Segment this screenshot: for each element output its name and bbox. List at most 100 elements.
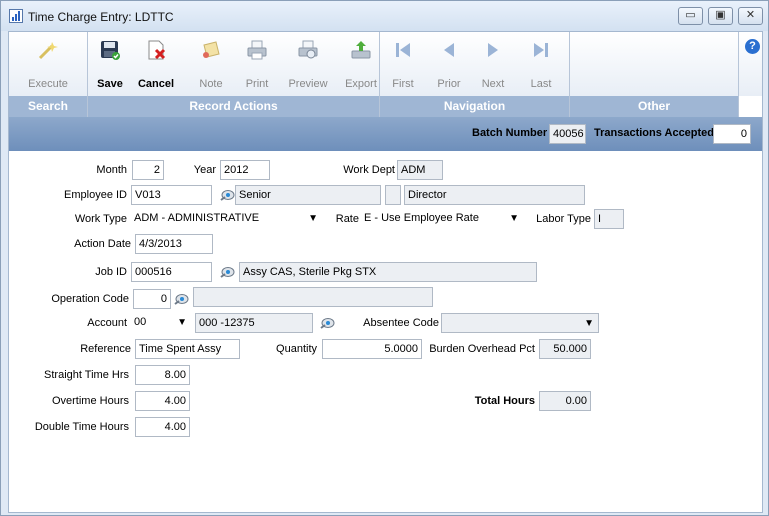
year-field[interactable]: 2012	[220, 160, 270, 180]
lookup-icon[interactable]	[219, 189, 235, 201]
total-hours-label: Total Hours	[474, 395, 535, 407]
next-icon	[488, 43, 498, 57]
chevron-down-icon: ▼	[177, 317, 187, 328]
operation-description-field	[193, 287, 433, 307]
straight-time-label: Straight Time Hrs	[44, 369, 129, 381]
job-id-label: Job ID	[95, 266, 127, 278]
double-time-field[interactable]: 4.00	[135, 417, 190, 437]
month-field[interactable]: 2	[132, 160, 164, 180]
burden-overhead-field: 50.000	[539, 339, 591, 359]
cancel-label: Cancel	[137, 78, 175, 90]
print-button[interactable]: Print	[237, 32, 277, 96]
next-button[interactable]: Next	[475, 32, 511, 96]
chevron-down-icon: ▼	[509, 213, 519, 224]
lookup-icon[interactable]	[173, 293, 189, 305]
save-label: Save	[97, 78, 123, 90]
prior-label: Prior	[437, 78, 461, 90]
transactions-accepted-label: Transactions Accepted	[594, 127, 715, 139]
help-icon[interactable]: ?	[745, 39, 760, 54]
group-label-search: Search	[9, 96, 87, 117]
print-label: Print	[245, 78, 269, 90]
client-area: Execute Save Cancel Note Print Preview E…	[8, 31, 763, 513]
action-date-label: Action Date	[74, 238, 131, 250]
work-dept-label: Work Dept	[343, 164, 395, 176]
group-label-navigation: Navigation	[380, 96, 569, 117]
lookup-icon[interactable]	[219, 266, 235, 278]
batch-bar: Batch Number 40056 Transactions Accepted…	[9, 117, 762, 151]
note-button[interactable]: Note	[193, 32, 229, 96]
preview-button[interactable]: Preview	[283, 32, 333, 96]
account-prefix-value: 00	[134, 316, 147, 328]
total-hours-field: 0.00	[539, 391, 591, 411]
first-icon	[396, 43, 410, 57]
job-id-field[interactable]: 000516	[131, 262, 212, 282]
reference-label: Reference	[80, 343, 131, 355]
print-icon	[247, 40, 267, 60]
employee-blank-field	[385, 185, 401, 205]
last-icon	[534, 43, 548, 57]
toolbar-ribbon: Execute Save Cancel Note Print Preview E…	[9, 32, 762, 96]
employee-id-label: Employee ID	[64, 189, 127, 201]
year-label: Year	[193, 164, 216, 176]
cancel-icon	[148, 40, 166, 60]
absentee-code-label: Absentee Code	[363, 317, 439, 329]
operation-code-field[interactable]: 0	[133, 289, 171, 309]
note-label: Note	[199, 78, 223, 90]
work-type-value: ADM - ADMINISTRATIVE	[134, 212, 260, 224]
note-icon	[203, 41, 220, 58]
title-bar: Time Charge Entry: LDTTC ▭ ▣ ✕	[1, 1, 768, 31]
action-date-field[interactable]: 4/3/2013	[135, 234, 213, 254]
restore-icon: ▣	[715, 9, 726, 21]
absentee-code-select[interactable]: ▼	[441, 313, 599, 333]
minimize-icon: ▭	[685, 9, 696, 21]
overtime-field[interactable]: 4.00	[135, 391, 190, 411]
prior-button[interactable]: Prior	[429, 32, 469, 96]
app-window: Time Charge Entry: LDTTC ▭ ▣ ✕ Execute S…	[0, 0, 769, 516]
wand-icon	[38, 42, 58, 60]
prior-icon	[444, 43, 454, 57]
account-label: Account	[87, 317, 127, 329]
save-icon	[101, 41, 120, 60]
first-label: First	[392, 78, 414, 90]
work-type-select[interactable]: ADM - ADMINISTRATIVE ▼	[131, 209, 324, 229]
restore-button[interactable]: ▣	[708, 7, 733, 25]
group-separator	[738, 32, 739, 117]
chevron-down-icon: ▼	[308, 213, 318, 224]
minimize-button[interactable]: ▭	[678, 7, 703, 25]
app-icon	[9, 9, 23, 23]
lookup-icon[interactable]	[319, 317, 335, 329]
account-prefix-select[interactable]: 00 ▼	[131, 313, 193, 333]
work-type-label: Work Type	[74, 213, 127, 225]
work-dept-field: ADM	[397, 160, 443, 180]
rate-select[interactable]: E - Use Employee Rate ▼	[361, 209, 523, 229]
batch-number-label: Batch Number	[472, 127, 548, 139]
quantity-field[interactable]: 5.0000	[322, 339, 422, 359]
window-title: Time Charge Entry: LDTTC	[28, 10, 174, 24]
execute-button[interactable]: Execute	[9, 32, 87, 96]
save-button[interactable]: Save	[91, 32, 129, 96]
last-button[interactable]: Last	[523, 32, 559, 96]
labor-type-field: I	[594, 209, 624, 229]
preview-label: Preview	[288, 78, 328, 90]
employee-id-field[interactable]: V013	[131, 185, 212, 205]
overtime-label: Overtime Hours	[51, 395, 129, 407]
preview-icon	[298, 40, 318, 59]
cancel-button[interactable]: Cancel	[135, 32, 177, 96]
reference-field[interactable]: Time Spent Assy	[135, 339, 240, 359]
employee-name-field: Senior	[235, 185, 381, 205]
job-description-field: Assy CAS, Sterile Pkg STX	[239, 262, 537, 282]
account-field: 000 -12375	[195, 313, 313, 333]
burden-overhead-label: Burden Overhead Pct	[429, 343, 535, 355]
export-label: Export	[345, 78, 377, 90]
group-label-other: Other	[570, 96, 738, 117]
employee-title-field: Director	[404, 185, 585, 205]
quantity-label: Quantity	[276, 343, 317, 355]
group-label-record-actions: Record Actions	[88, 96, 379, 117]
first-button[interactable]: First	[386, 32, 420, 96]
rate-value: E - Use Employee Rate	[364, 212, 479, 224]
execute-label: Execute	[28, 78, 68, 90]
export-button[interactable]: Export	[339, 32, 383, 96]
straight-time-field[interactable]: 8.00	[135, 365, 190, 385]
last-label: Last	[530, 78, 552, 90]
close-button[interactable]: ✕	[738, 7, 763, 25]
